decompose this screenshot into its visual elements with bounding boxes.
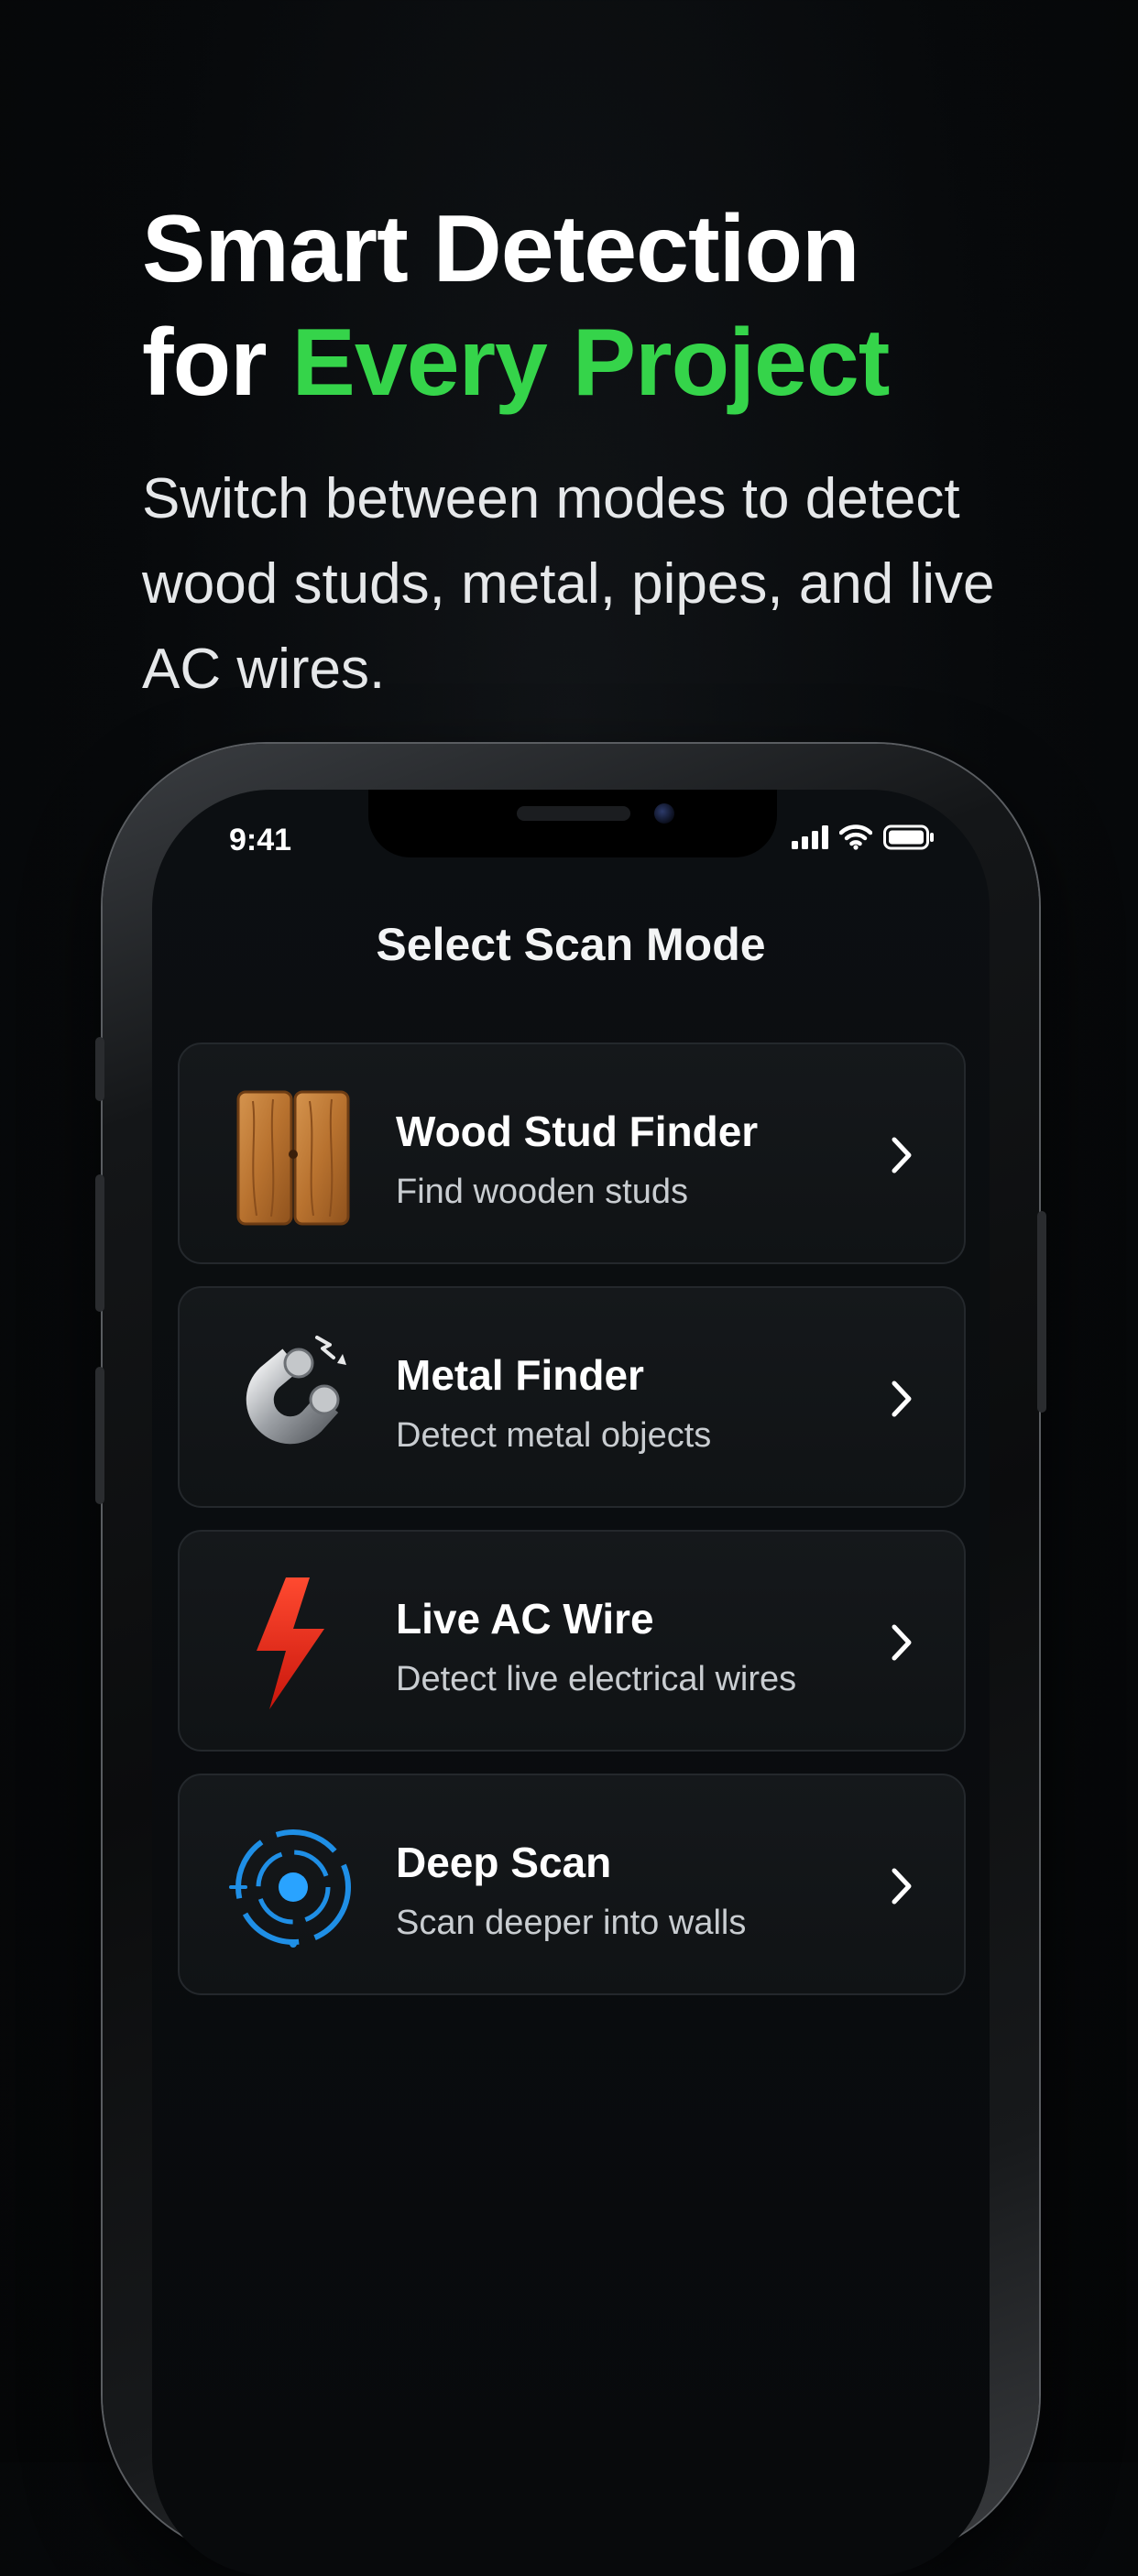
chevron-right-icon [892,1624,912,1661]
hero-title-accent: Every Project [291,310,891,416]
mode-card-metal-finder[interactable]: Metal Finder Detect metal objects [178,1286,966,1508]
status-icons [792,824,935,850]
wood-plank-icon [236,1090,350,1226]
notch [368,790,777,857]
chevron-right-icon [892,1137,912,1173]
radar-scan-icon [229,1829,351,1948]
status-time: 9:41 [229,823,292,857]
mode-title: Metal Finder [396,1351,644,1399]
hero-title-line2-prefix: for [142,310,292,416]
chevron-right-icon [892,1868,912,1905]
mode-description: Scan deeper into walls [396,1904,747,1942]
mute-switch [95,1037,104,1101]
mode-description: Detect metal objects [396,1416,712,1455]
mode-description: Detect live electrical wires [396,1660,797,1698]
phone-screen: 9:41 Select Scan Mode Wood Stud Finder F… [152,790,990,2576]
front-camera [654,803,674,824]
speaker-grille [517,806,630,821]
phone-frame: 9:41 Select Scan Mode Wood Stud Finder F… [95,744,1046,2576]
lightning-bolt-icon [257,1577,324,1709]
mode-title: Deep Scan [396,1839,612,1886]
mode-card-live-ac-wire[interactable]: Live AC Wire Detect live electrical wire… [178,1530,966,1752]
mode-card-wood-stud-finder[interactable]: Wood Stud Finder Find wooden studs [178,1042,966,1264]
volume-down-button [95,1367,104,1504]
hero-subtitle: Switch between modes to detect wood stud… [142,467,995,701]
mode-title: Wood Stud Finder [396,1108,759,1155]
mode-card-deep-scan[interactable]: Deep Scan Scan deeper into walls [178,1774,966,1995]
cellular-signal-icon [792,825,828,849]
screen-title: Select Scan Mode [376,919,766,970]
battery-icon [883,824,934,850]
wifi-icon [839,824,872,850]
volume-up-button [95,1174,104,1312]
mode-list: Wood Stud Finder Find wooden studs Metal… [178,1042,966,2017]
mode-description: Find wooden studs [396,1173,688,1211]
hero-title: Smart Detection for Every Project [142,192,1058,420]
chevron-right-icon [892,1381,912,1417]
magnet-icon [246,1336,346,1445]
power-button [1037,1211,1046,1413]
mode-title: Live AC Wire [396,1595,654,1643]
hero-title-line1: Smart Detection [142,196,860,302]
